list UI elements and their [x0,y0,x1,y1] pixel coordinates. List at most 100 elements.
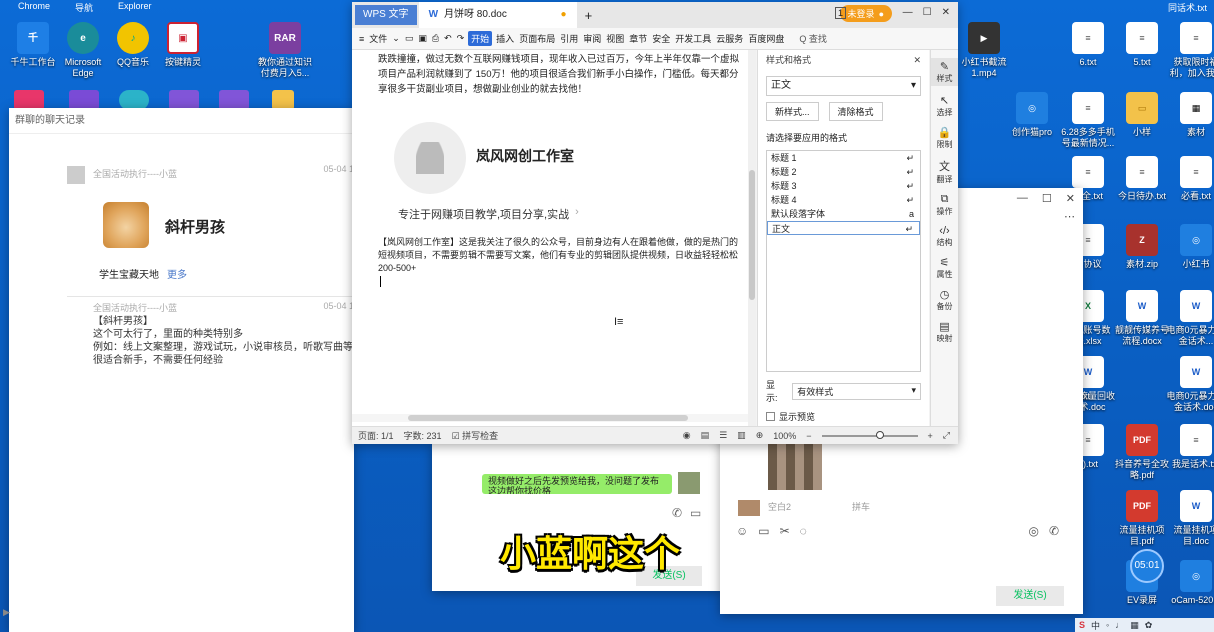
menu-layout[interactable]: 页面布局 [518,31,556,46]
rail-select[interactable]: ↖ 选择 [931,94,958,118]
desktop-file-icon[interactable]: W 靓靓传媒养号流程.docx [1112,290,1172,347]
tray-icon[interactable]: ▦ [1130,620,1139,631]
read-view-icon[interactable]: ▥ [737,430,746,441]
desktop-file-icon[interactable]: ◎ 小红书 [1166,224,1214,270]
minimize-icon[interactable]: — [1017,192,1028,205]
zoom-in-icon[interactable]: + [928,431,933,441]
desktop-file-icon[interactable]: ≡ 今日待办.txt [1112,156,1172,202]
app-icon[interactable] [272,90,294,110]
desktop-file-icon[interactable]: ◎ oCam-520... [1166,560,1214,606]
new-tab-button[interactable]: + [585,8,593,23]
chat-bubble[interactable]: 视频做好之后先发预览给我，没问题了发布这边帮你找价格 [482,474,672,494]
redo-icon[interactable]: ↷ [456,32,466,45]
vertical-scrollbar[interactable] [748,50,756,426]
menu-section[interactable]: 章节 [628,31,648,46]
search-button[interactable]: Q 查找 [798,31,828,46]
close-icon[interactable]: ✕ [942,7,950,18]
desktop-file-icon[interactable]: ≡ 必看.txt [1166,156,1214,202]
rail-structure[interactable]: ‹/› 结构 [931,225,958,248]
document-tab[interactable]: W 月饼呀 80.doc ● [418,2,577,28]
style-item-normal[interactable]: 正文 ↵ [767,221,920,235]
menu-home[interactable]: 开始 [468,31,493,46]
menu-insert[interactable]: 插入 [495,31,515,46]
desktop-file-icon[interactable]: PDF 抖音养号全攻略.pdf [1112,424,1172,481]
contact-card[interactable]: 斜杆男孩 学生宝藏天地 更多 [99,202,333,292]
rail-properties[interactable]: ⚟ 属性 [931,256,958,280]
menu-developer[interactable]: 开发工具 [674,31,712,46]
app-icon[interactable] [69,90,99,110]
menu-security[interactable]: 安全 [651,31,671,46]
emoji-icon[interactable]: ☺ [736,524,748,538]
desktop-file-icon[interactable]: ≡ 6.txt [1058,22,1118,68]
chat-bubble-icon[interactable]: ◌ [800,524,807,538]
ime-label-icon[interactable]: 中 [1091,619,1100,632]
call-icon[interactable]: ✆ [1049,524,1059,538]
close-icon[interactable]: ✕ [1066,192,1075,205]
rail-action[interactable]: ⧉ 操作 [931,193,958,217]
scroll-thumb[interactable] [749,170,755,300]
chrome-label[interactable]: Chrome [18,1,50,11]
desktop-file-icon[interactable]: W 流量挂机项目.doc [1166,490,1214,547]
app-icon[interactable] [169,90,199,110]
phone-icon[interactable]: ✆ [672,506,682,520]
desktop-file-icon[interactable]: ▭ 小样 [1112,92,1172,138]
send-button[interactable]: 发送(S) [996,586,1064,606]
live-icon[interactable]: ◎ [1028,524,1038,538]
desktop-file-icon[interactable]: ≡ 获取限时福利，加入我... [1166,22,1214,79]
undo-icon[interactable]: ↶ [443,32,453,45]
menu-references[interactable]: 引用 [559,31,579,46]
desktop-file-icon[interactable]: ▦ 素材 [1166,92,1214,138]
desktop-file-icon[interactable]: ≡ 我是话术.txt [1166,424,1214,470]
save-icon[interactable]: ▣ [417,32,428,45]
wps-app-tab[interactable]: WPS 文字 [355,5,417,25]
card-more-link[interactable]: 更多 [167,266,187,281]
new-style-button[interactable]: 新样式... [766,102,819,121]
desktop-file-icon[interactable]: ≡ 6.28多多手机号最新情况... [1058,92,1118,149]
horizontal-scrollbar[interactable] [352,414,748,422]
document-page[interactable]: 跌跌撞撞，做过无数个互联网赚钱项目，现年收入已过百万，今年上半年仅靠一个虚拟项目… [352,50,748,426]
pane-toggle-icon[interactable]: 1 [834,7,846,19]
print-icon[interactable]: ⎙ [431,32,440,45]
style-item-heading4[interactable]: 标题 4 ↵ [767,193,920,207]
hamburger-icon[interactable]: ≡ [358,33,365,45]
maximize-icon[interactable]: ☐ [1042,192,1052,205]
rail-restrict[interactable]: 🔒 限制 [931,126,958,150]
explorer-label[interactable]: Explorer [118,1,152,11]
tray-icon[interactable]: ✿ [1145,620,1153,631]
desktop-file-icon[interactable]: W 电商0元暴力撸金话术.doc [1166,356,1214,413]
open-icon[interactable]: ▭ [404,32,415,45]
network-icon[interactable]: ◦ [1106,620,1109,630]
zoom-slider[interactable] [821,430,918,439]
desktop-icon-anjian[interactable]: ▣ 按键精灵 [153,22,213,68]
menu-view[interactable]: 视图 [605,31,625,46]
app-icon[interactable] [14,90,44,110]
eye-icon[interactable]: ◉ [683,430,691,441]
rail-styles[interactable]: ✎ 样式 [931,58,958,86]
page-count[interactable]: 页面: 1/1 [358,429,394,442]
rail-translate[interactable]: 文翻译 [931,158,958,185]
zoom-slider-thumb[interactable] [875,430,884,439]
outline-view-icon[interactable]: ☰ [719,430,727,441]
minimize-icon[interactable]: — [903,7,913,18]
zoom-out-icon[interactable]: − [806,431,811,441]
clear-format-button[interactable]: 清除格式 [828,102,883,121]
hscroll-thumb[interactable] [408,415,688,421]
menu-cloud[interactable]: 云服务 [715,31,744,46]
video-call-icon[interactable]: ▭ [690,506,701,520]
desktop-file-icon[interactable]: PDF 流量挂机项目.pdf [1112,490,1172,547]
word-count[interactable]: 字数: 231 [404,429,442,442]
show-select[interactable]: 有效样式 ▾ [792,382,921,400]
desktop-file-icon[interactable]: ≡ 5.txt [1112,22,1172,68]
preview-checkbox-row[interactable]: 显示预览 [766,410,921,423]
desktop-file-icon[interactable]: ▶ 小红书截流1.mp4 [954,22,1014,79]
page-view-icon[interactable]: ▤ [701,430,710,441]
style-item-heading2[interactable]: 标题 2 ↵ [767,165,920,179]
close-icon[interactable]: ✕ [913,50,921,70]
menu-file[interactable]: 文件 [368,31,388,46]
zoom-level[interactable]: 100% [773,431,796,441]
recording-clock[interactable]: 05:01 [1130,549,1164,583]
menu-review[interactable]: 审阅 [582,31,602,46]
maximize-icon[interactable]: ☐ [923,7,932,18]
profile-desc[interactable]: 专注于网赚项目教学,项目分享,实战 › [398,206,579,222]
folder-icon[interactable]: ▭ [758,524,769,538]
